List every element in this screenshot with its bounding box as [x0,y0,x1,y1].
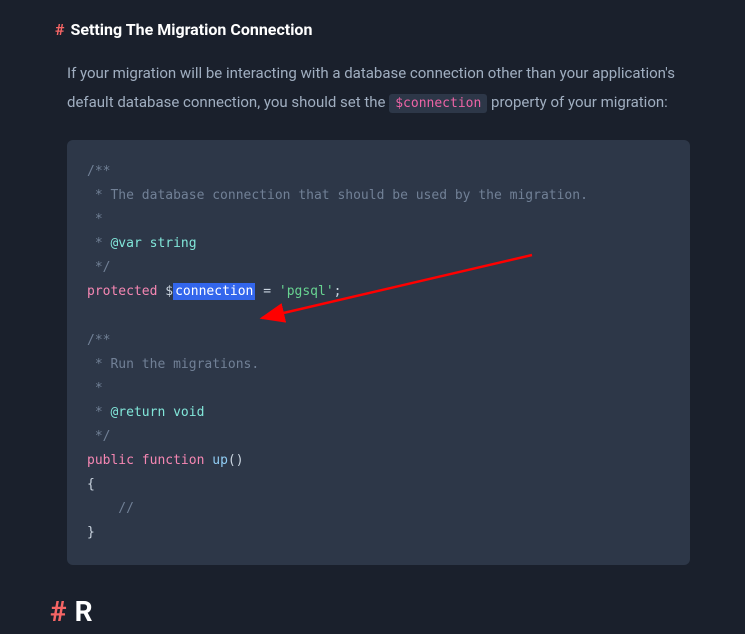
code-punct: = [255,284,278,299]
code-line: */ [87,260,110,275]
code-punct: () [228,453,244,468]
code-dollar: $ [157,284,173,299]
code-block: /** * The database connection that shoul… [67,140,690,565]
code-func: up [212,453,228,468]
code-doctag: @return void [110,405,204,420]
code-highlighted-connection: connection [173,283,255,300]
code-keyword: function [134,453,212,468]
code-keyword: protected [87,284,157,299]
code-line: */ [87,429,110,444]
section-paragraph: If your migration will be interacting wi… [67,59,690,116]
inline-code-connection: $connection [389,94,487,113]
next-section-heading: #R [50,595,690,628]
section-heading: # Setting The Migration Connection [55,20,690,39]
code-line: * The database connection that should be… [87,188,588,203]
next-heading-partial: R [75,595,93,628]
paragraph-part2: property of your migration: [487,93,668,111]
code-line: /** [87,333,110,348]
code-line: * [87,236,110,251]
code-string: 'pgsql' [279,284,334,299]
code-punct: ; [334,284,342,299]
hash-icon[interactable]: # [50,595,67,628]
code-line: { [87,477,95,492]
code-line: * Run the migrations. [87,357,259,372]
code-line: } [87,525,95,540]
heading-text: Setting The Migration Connection [70,20,312,39]
code-doctag: @var string [110,236,196,251]
hash-icon[interactable]: # [55,20,64,39]
code-line: * [87,212,103,227]
code-line: // [87,501,134,516]
code-line: * [87,381,103,396]
code-keyword: public [87,453,134,468]
code-line: * [87,405,110,420]
code-line: /** [87,164,110,179]
